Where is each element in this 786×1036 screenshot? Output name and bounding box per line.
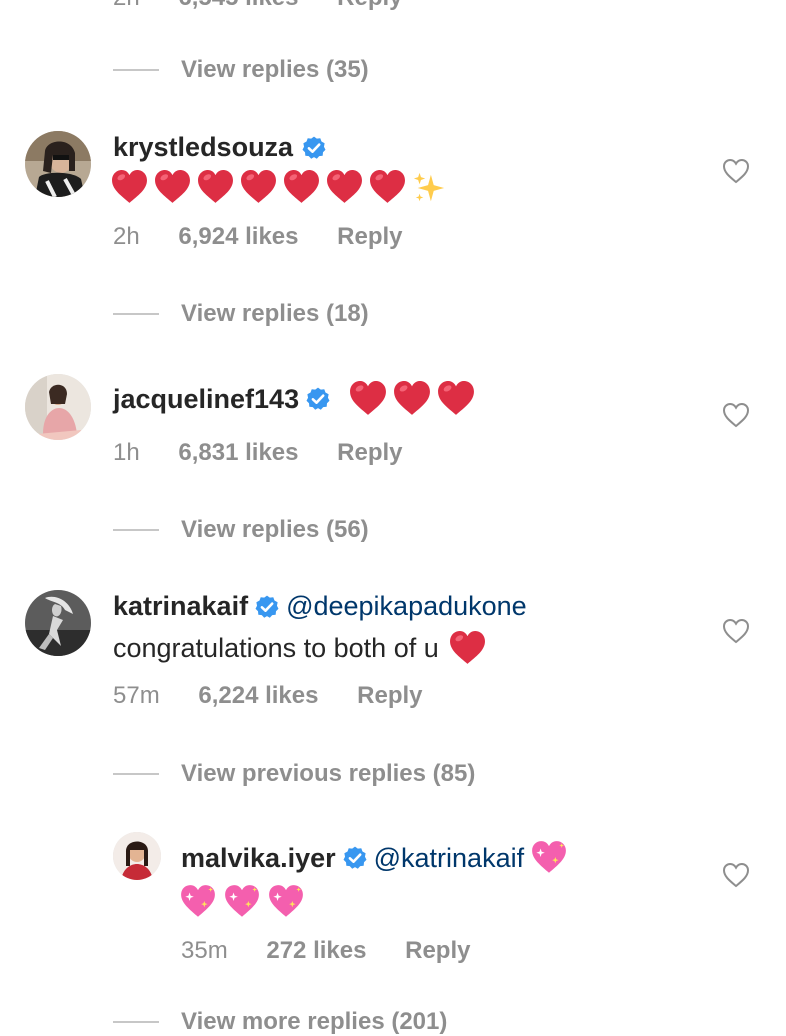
mention-link[interactable]: @deepikapadukone (286, 591, 527, 622)
comment-meta: 2h 6,924 likes Reply (113, 223, 403, 251)
view-replies-button[interactable]: View replies (56) (113, 516, 369, 544)
red-heart-emoji (111, 169, 148, 206)
view-replies-button[interactable]: View replies (18) (113, 300, 369, 328)
username[interactable]: malvika.iyer (181, 843, 336, 874)
sparkling-heart-emoji (179, 883, 217, 921)
divider (113, 1021, 159, 1023)
divider (113, 313, 159, 315)
reply-text-emojis (179, 883, 305, 921)
view-previous-replies-button[interactable]: View previous replies (85) (113, 760, 475, 788)
view-more-replies-button[interactable]: View more replies (201) (113, 1008, 447, 1036)
comment-text-emojis (111, 169, 446, 206)
heart-outline-icon[interactable] (722, 158, 750, 184)
red-heart-emoji (240, 169, 277, 206)
sparkling-heart-emoji (267, 883, 305, 921)
red-heart-emoji (437, 380, 475, 418)
reply-button[interactable]: Reply (405, 937, 470, 964)
heart-outline-icon[interactable] (722, 618, 750, 644)
heart-outline-icon[interactable] (722, 862, 750, 888)
avatar[interactable] (113, 832, 161, 880)
comment-meta: 1h 6,831 likes Reply (113, 439, 403, 467)
mention-link[interactable]: @katrinakaif (374, 843, 524, 874)
reply-meta: 35m 272 likes Reply (181, 937, 470, 965)
sparkling-heart-emoji (223, 883, 261, 921)
divider (113, 773, 159, 775)
comment-meta: 57m 6,224 likes Reply (113, 682, 423, 710)
heart-outline-icon[interactable] (722, 402, 750, 428)
verified-badge-icon (254, 594, 280, 620)
username[interactable]: krystledsouza (113, 132, 293, 163)
reply-time: 35m (181, 937, 228, 964)
divider (113, 529, 159, 531)
sparkling-heart-emoji (530, 839, 568, 877)
partial-comment-meta: 2h 6,545 likes Reply (113, 0, 403, 12)
comment-time: 1h (113, 439, 140, 466)
comment-time: 2h (113, 223, 140, 250)
avatar[interactable] (25, 374, 91, 440)
likes-count[interactable]: 6,924 likes (178, 223, 298, 250)
red-heart-emoji (349, 380, 387, 418)
red-heart-emoji (154, 169, 191, 206)
comment-text: congratulations to both of u (113, 633, 439, 663)
verified-badge-icon (342, 845, 368, 871)
verified-badge-icon (305, 386, 331, 412)
username[interactable]: jacquelinef143 (113, 384, 299, 415)
reply-button[interactable]: Reply (357, 682, 422, 709)
likes-count[interactable]: 6,224 likes (198, 682, 318, 709)
red-heart-emoji (393, 380, 431, 418)
avatar[interactable] (25, 590, 91, 656)
red-heart-emoji (197, 169, 234, 206)
likes-count[interactable]: 272 likes (266, 937, 366, 964)
red-heart-emoji (326, 169, 363, 206)
reply-button[interactable]: Reply (337, 439, 402, 466)
divider (113, 69, 159, 71)
reply-button[interactable]: Reply (337, 223, 402, 250)
likes-count[interactable]: 6,831 likes (178, 439, 298, 466)
avatar[interactable] (25, 131, 91, 197)
sparkles-emoji (412, 171, 446, 205)
red-heart-emoji (369, 169, 406, 206)
red-heart-emoji (449, 630, 486, 667)
view-replies-button[interactable]: View replies (35) (113, 56, 369, 84)
verified-badge-icon (301, 135, 327, 161)
comment-time: 57m (113, 682, 160, 709)
red-heart-emoji (283, 169, 320, 206)
username[interactable]: katrinakaif (113, 591, 248, 622)
